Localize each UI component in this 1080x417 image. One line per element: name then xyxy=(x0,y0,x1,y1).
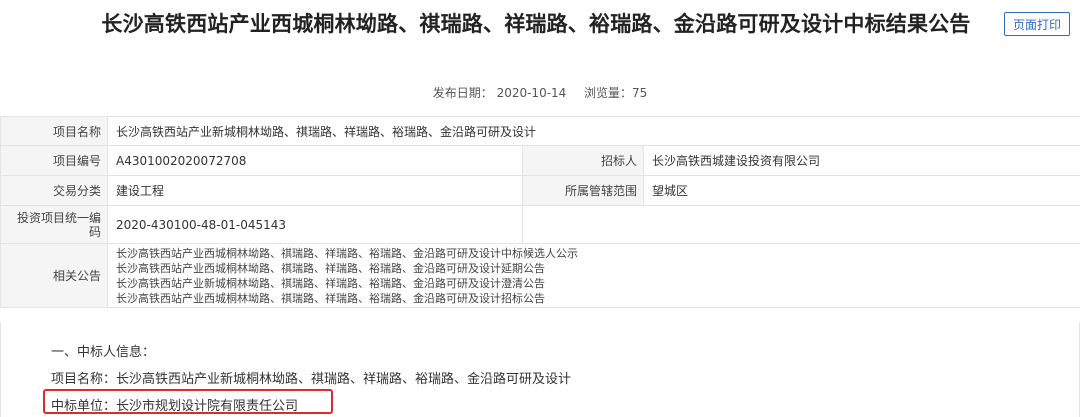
project-info-table: 项目名称 长沙高铁西站产业新城桐林坳路、祺瑞路、祥瑞路、裕瑞路、金沿路可研及设计… xyxy=(0,116,1080,308)
publish-date-label: 发布日期： xyxy=(432,86,493,100)
table-row: 项目名称 长沙高铁西站产业新城桐林坳路、祺瑞路、祥瑞路、裕瑞路、金沿路可研及设计 xyxy=(0,116,1080,146)
project-no-value: A4301002020072708 xyxy=(107,145,523,176)
table-row: 项目编号 A4301002020072708 招标人 长沙高铁西城建设投资有限公… xyxy=(0,145,1080,176)
project-no-label: 项目编号 xyxy=(0,145,108,176)
table-row: 交易分类 建设工程 所属管辖范围 望城区 xyxy=(0,175,1080,206)
related-notice-link[interactable]: 长沙高铁西站产业新城桐林坳路、祺瑞路、祥瑞路、裕瑞路、金沿路可研及设计澄清公告 xyxy=(116,276,1072,291)
related-notice-link[interactable]: 长沙高铁西站产业西城桐林坳路、祺瑞路、祥瑞路、裕瑞路、金沿路可研及设计中标候选人… xyxy=(116,246,1072,261)
tenderer-value: 长沙高铁西城建设投资有限公司 xyxy=(643,145,1080,176)
views-label: 浏览量： xyxy=(583,86,632,100)
unified-code-value: 2020-430100-48-01-045143 xyxy=(107,205,523,244)
table-row: 相关公告 长沙高铁西站产业西城桐林坳路、祺瑞路、祥瑞路、裕瑞路、金沿路可研及设计… xyxy=(0,243,1080,308)
winner-project-name: 项目名称：长沙高铁西站产业新城桐林坳路、祺瑞路、祥瑞路、裕瑞路、金沿路可研及设计 xyxy=(51,372,572,387)
publish-date: 2020-10-14 xyxy=(496,86,567,100)
unified-code-label: 投资项目统一编码 xyxy=(0,205,108,244)
publish-meta: 发布日期： 2020-10-14 浏览量：75 xyxy=(0,84,1080,101)
scope-value: 望城区 xyxy=(643,175,1080,206)
empty-cell xyxy=(522,205,1080,244)
announcement-page: 长沙高铁西站产业西城桐林坳路、祺瑞路、祥瑞路、裕瑞路、金沿路可研及设计中标结果公… xyxy=(0,0,1080,417)
table-row: 投资项目统一编码 2020-430100-48-01-045143 xyxy=(0,205,1080,244)
tenderer-label: 招标人 xyxy=(522,145,644,176)
category-label: 交易分类 xyxy=(0,175,108,206)
related-notices-label: 相关公告 xyxy=(0,243,108,308)
project-name-label: 项目名称 xyxy=(0,116,108,146)
section-title: 一、中标人信息： xyxy=(51,345,156,360)
category-value: 建设工程 xyxy=(107,175,523,206)
winner-highlight-box xyxy=(43,389,333,414)
project-name-value: 长沙高铁西站产业新城桐林坳路、祺瑞路、祥瑞路、裕瑞路、金沿路可研及设计 xyxy=(107,116,1080,146)
scope-label: 所属管辖范围 xyxy=(522,175,644,206)
related-notices-list: 长沙高铁西站产业西城桐林坳路、祺瑞路、祥瑞路、裕瑞路、金沿路可研及设计中标候选人… xyxy=(107,243,1080,308)
related-notice-link[interactable]: 长沙高铁西站产业西城桐林坳路、祺瑞路、祥瑞路、裕瑞路、金沿路可研及设计招标公告 xyxy=(116,291,1072,306)
related-notice-link[interactable]: 长沙高铁西站产业西城桐林坳路、祺瑞路、祥瑞路、裕瑞路、金沿路可研及设计延期公告 xyxy=(116,261,1072,276)
views-count: 75 xyxy=(631,86,648,100)
page-title: 长沙高铁西站产业西城桐林坳路、祺瑞路、祥瑞路、裕瑞路、金沿路可研及设计中标结果公… xyxy=(101,12,971,36)
print-page-button[interactable]: 页面打印 xyxy=(1004,12,1070,36)
